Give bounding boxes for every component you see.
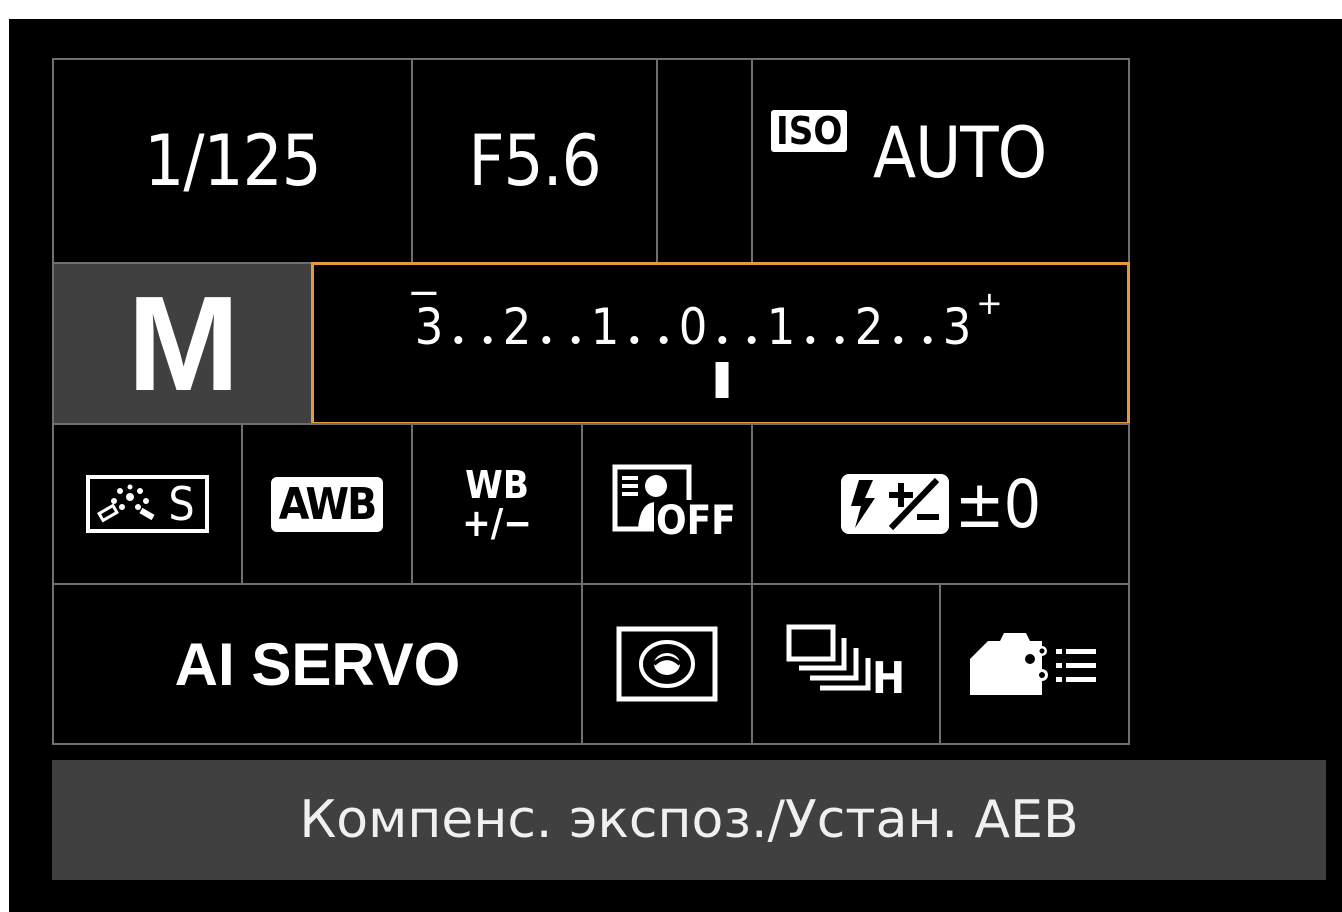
empty-cell [656, 58, 753, 264]
shutter-speed-value: 1/125 [144, 120, 321, 202]
exposure-level-cell[interactable]: 3210123 − + [311, 262, 1130, 425]
scale-dot [835, 336, 844, 344]
white-balance-cell[interactable]: AWB [241, 423, 413, 585]
flash-comp-value: ±0 [954, 465, 1042, 543]
scale-dot [659, 336, 668, 344]
scale-dot [894, 336, 903, 344]
af-mode-cell[interactable]: AI SERVO [52, 583, 583, 745]
evaluative-metering-icon [616, 626, 718, 702]
wb-shift-cell[interactable]: WB +/− [411, 423, 583, 585]
shooting-mode-cell[interactable]: M [52, 262, 313, 425]
exposure-level-scale: 3210123 − + [407, 270, 1003, 398]
scale-dot [483, 336, 492, 344]
picture-style-icon: S [86, 475, 209, 533]
scale-minus-sign: − [407, 270, 441, 316]
scale-dot [747, 336, 756, 344]
iso-badge: ISO [771, 110, 848, 152]
wb-shift-bottom: +/− [462, 501, 532, 545]
alo-off-label: OFF [654, 498, 738, 544]
metering-cell[interactable] [581, 583, 753, 745]
scale-dot [630, 336, 639, 344]
scale-dot [454, 336, 463, 344]
setting-description-text: Компенс. экспоз./Устан. AEB [299, 790, 1079, 850]
setting-description-bar: Компенс. экспоз./Устан. AEB [52, 760, 1326, 880]
aperture-cell[interactable]: F5.6 [411, 58, 658, 264]
shooting-mode-value: M [127, 268, 239, 419]
iso-value: AUTO [873, 112, 1047, 194]
scale-label: 1 [767, 298, 796, 356]
scale-label: 1 [591, 298, 620, 356]
awb-icon: AWB [270, 476, 384, 532]
picture-style-cell[interactable]: S [52, 423, 243, 585]
iso-cell[interactable]: ISO AUTO [751, 58, 1130, 264]
continuous-high-drive-icon: H [786, 624, 906, 704]
scale-label: 2 [503, 298, 532, 356]
wb-shift-top: WB [465, 463, 529, 507]
scale-label: 0 [679, 298, 708, 356]
aperture-value: F5.6 [468, 120, 601, 202]
scale-dot [571, 336, 580, 344]
scale-plus-sign: + [976, 284, 1003, 322]
scale-dot [806, 336, 815, 344]
auto-lighting-optimizer-icon: OFF [612, 464, 738, 544]
scale-label: 2 [855, 298, 884, 356]
scale-dot [542, 336, 551, 344]
drive-mode-letter: H [872, 653, 906, 704]
scale-dot [718, 336, 727, 344]
camera-custom-controls-icon [969, 633, 1096, 695]
drive-mode-cell[interactable]: H [751, 583, 941, 745]
scale-dot [923, 336, 932, 344]
exposure-level-marker [715, 362, 729, 398]
alo-cell[interactable]: OFF [581, 423, 753, 585]
af-mode-value: AI SERVO [174, 630, 461, 698]
scale-label: 3 [943, 298, 972, 356]
shutter-speed-cell[interactable]: 1/125 [52, 58, 413, 264]
picture-style-letter: S [168, 477, 195, 531]
flash-comp-cell[interactable]: ±0 [751, 423, 1130, 585]
wb-shift-icon: WB +/− [462, 466, 532, 542]
flash-exposure-comp-icon [840, 474, 949, 534]
custom-controls-cell[interactable] [939, 583, 1130, 745]
